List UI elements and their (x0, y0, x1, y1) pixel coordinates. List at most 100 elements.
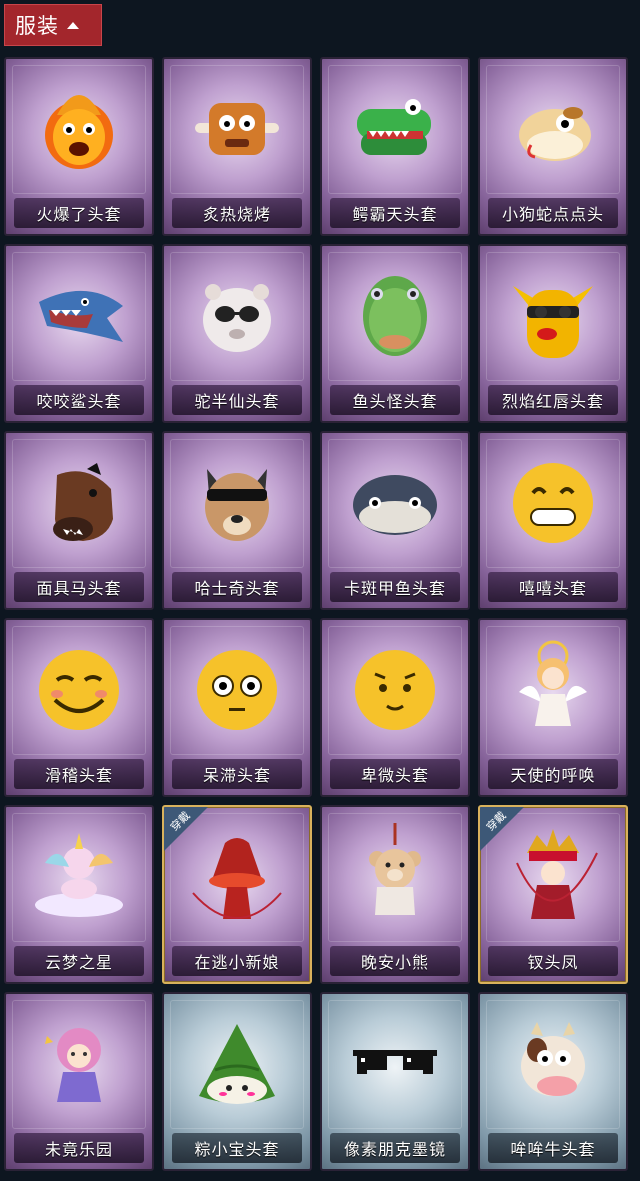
costume-grid: 火爆了头套 炙热烧烤 鳄霸天头套 小狗蛇点点头咬咬鲨头套 驼半仙头套 鱼头怪头套 烈焰红唇头… (4, 57, 634, 1171)
cow-head-icon (521, 1022, 585, 1096)
costume-card[interactable]: 面具马头套 (4, 431, 154, 610)
costume-label-band: 嘻嘻头套 (488, 572, 618, 602)
bbq-meat-icon (195, 103, 279, 155)
costume-label-band: 哞哞牛头套 (488, 1133, 618, 1163)
costume-name: 未竟乐园 (44, 1140, 113, 1159)
costume-label-band: 云梦之星 (14, 946, 144, 976)
funny-emoji-icon (39, 650, 119, 730)
crocodile-icon (357, 99, 431, 155)
rice-dumpling-icon (199, 1024, 275, 1104)
costume-label-band: 炙热烧烤 (172, 198, 302, 228)
costume-name: 鳄霸天头套 (352, 205, 438, 224)
costume-card[interactable]: 滑稽头套 (4, 618, 154, 797)
costume-card[interactable]: 咬咬鲨头套 (4, 244, 154, 423)
costume-card[interactable]: 烈焰红唇头套 (478, 244, 628, 423)
horse-head-icon (53, 463, 113, 541)
teddy-bear-icon (369, 823, 421, 915)
costume-label-band: 呆滞头套 (172, 759, 302, 789)
costume-name: 天使的呼唤 (510, 766, 596, 785)
costume-name: 火爆了头套 (36, 205, 122, 224)
costume-label-band: 滑稽头套 (14, 759, 144, 789)
dazed-emoji-icon (197, 650, 277, 730)
costume-label-band: 像素朋克墨镜 (330, 1133, 460, 1163)
costume-label-band: 小狗蛇点点头 (488, 198, 618, 228)
turtle-icon (353, 475, 437, 535)
costume-card[interactable]: 云梦之星 (4, 805, 154, 984)
category-title: 服装 (15, 14, 59, 38)
yellow-mouse-lips-icon (513, 286, 593, 358)
equipped-badge: 穿戴 (164, 807, 208, 851)
costume-card[interactable]: 呆滞头套 (162, 618, 312, 797)
costume-label-band: 晚安小熊 (330, 946, 460, 976)
costume-label-band: 哈士奇头套 (172, 572, 302, 602)
fish-head-icon (363, 276, 427, 356)
costume-label-band: 粽小宝头套 (172, 1133, 302, 1163)
costume-label-band: 卑微头套 (330, 759, 460, 789)
costume-label-band: 烈焰红唇头套 (488, 385, 618, 415)
costume-label-band: 咬咬鲨头套 (14, 385, 144, 415)
costume-name: 嘻嘻头套 (518, 579, 587, 598)
costume-name: 面具马头套 (36, 579, 122, 598)
costume-label-band: 钗头凤 (488, 946, 618, 976)
unicorn-cloud-icon (35, 833, 123, 917)
costume-card[interactable]: 小狗蛇点点头 (478, 57, 628, 236)
equipped-badge: 穿戴 (480, 807, 524, 851)
costume-name: 晚安小熊 (360, 953, 429, 972)
grin-emoji-icon (513, 463, 593, 543)
costume-name: 云梦之星 (44, 953, 113, 972)
costume-label-band: 鳄霸天头套 (330, 198, 460, 228)
costume-label-band: 未竟乐园 (14, 1133, 144, 1163)
costume-card[interactable]: 火爆了头套 (4, 57, 154, 236)
costume-label-band: 在逃小新娘 (172, 946, 302, 976)
costume-card[interactable]: 嘻嘻头套 (478, 431, 628, 610)
fire-mascot-icon (45, 95, 113, 169)
costume-card[interactable]: 天使的呼唤 (478, 618, 628, 797)
costume-card[interactable]: 未竟乐园 (4, 992, 154, 1171)
costume-card[interactable]: 卑微头套 (320, 618, 470, 797)
costume-name: 像素朋克墨镜 (343, 1140, 446, 1159)
costume-name: 卡斑甲鱼头套 (343, 579, 446, 598)
chevron-up-icon (67, 21, 79, 29)
costume-name: 烈焰红唇头套 (501, 392, 604, 411)
costume-name: 咬咬鲨头套 (36, 392, 122, 411)
costume-name: 粽小宝头套 (194, 1140, 280, 1159)
costume-card[interactable]: 鳄霸天头套 (320, 57, 470, 236)
costume-label-band: 卡斑甲鱼头套 (330, 572, 460, 602)
costume-card[interactable]: 晚安小熊 (320, 805, 470, 984)
pixel-sunglasses-icon (353, 1050, 437, 1074)
fairy-girl-icon (45, 1028, 101, 1102)
costume-category-tab[interactable]: 服装 (4, 4, 102, 46)
angel-doll-icon (519, 640, 587, 726)
costume-label-band: 鱼头怪头套 (330, 385, 460, 415)
costume-name: 鱼头怪头套 (352, 392, 438, 411)
costume-card[interactable]: 卡斑甲鱼头套 (320, 431, 470, 610)
costume-name: 小狗蛇点点头 (501, 205, 604, 224)
costume-card[interactable]: 炙热烧烤 (162, 57, 312, 236)
costume-card[interactable]: 哞哞牛头套 (478, 992, 628, 1171)
costume-name: 钗头凤 (527, 953, 579, 972)
costume-name: 滑稽头套 (44, 766, 113, 785)
costume-card[interactable]: 粽小宝头套 (162, 992, 312, 1171)
costume-name: 卑微头套 (360, 766, 429, 785)
costume-name: 哈士奇头套 (194, 579, 280, 598)
costume-label-band: 面具马头套 (14, 572, 144, 602)
costume-label-band: 火爆了头套 (14, 198, 144, 228)
costume-name: 呆滞头套 (202, 766, 271, 785)
shark-icon (39, 290, 123, 342)
costume-name: 炙热烧烤 (202, 205, 271, 224)
costume-card[interactable]: 像素朋克墨镜 (320, 992, 470, 1171)
costume-card[interactable]: 驼半仙头套 (162, 244, 312, 423)
snake-dog-icon (519, 107, 591, 161)
costume-label-band: 驼半仙头套 (172, 385, 302, 415)
costume-card[interactable]: 哈士奇头套 (162, 431, 312, 610)
costume-label-band: 天使的呼唤 (488, 759, 618, 789)
alpaca-icon (203, 284, 271, 352)
husky-icon (205, 469, 269, 541)
costume-name: 驼半仙头套 (194, 392, 280, 411)
costume-name: 在逃小新娘 (194, 953, 280, 972)
humble-emoji-icon (355, 650, 435, 730)
costume-card[interactable]: 穿戴在逃小新娘 (162, 805, 312, 984)
costume-card[interactable]: 鱼头怪头套 (320, 244, 470, 423)
costume-name: 哞哞牛头套 (510, 1140, 596, 1159)
costume-card[interactable]: 穿戴钗头凤 (478, 805, 628, 984)
